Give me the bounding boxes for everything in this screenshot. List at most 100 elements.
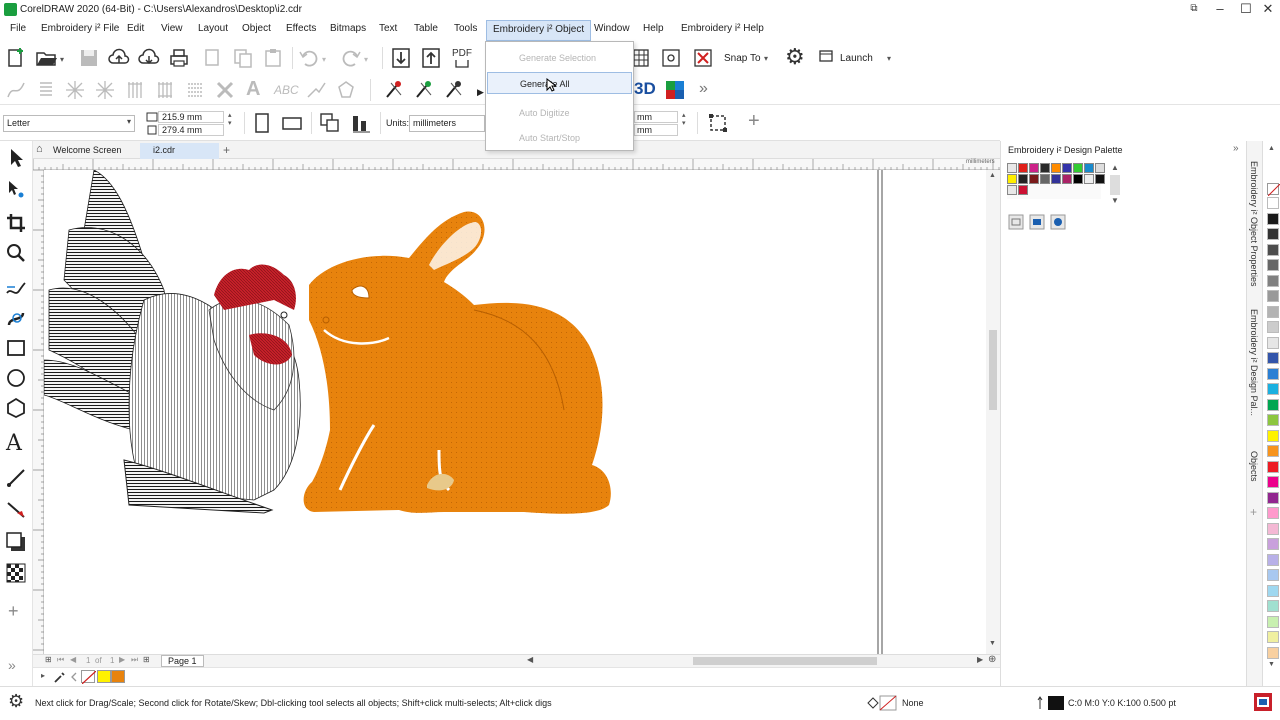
menu-effects[interactable]: Effects [286,23,316,34]
scroll-up-icon[interactable]: ▲ [989,172,996,179]
page-width-input[interactable]: 215.9 mm [158,111,224,123]
artistic-media-icon[interactable] [5,307,27,329]
launch-label[interactable]: Launch [840,53,873,64]
vertical-scroll-thumb[interactable] [989,330,997,410]
eyedropper-icon[interactable] [53,670,67,684]
parallel-dimension-icon[interactable] [5,467,27,489]
palette-swatch[interactable] [1267,336,1279,349]
launch-chevron-icon[interactable]: ▾ [887,54,891,63]
fill-stitch-2-icon[interactable] [94,79,116,101]
add-page-after-icon[interactable]: ⊞ [143,655,150,664]
page-height-input[interactable]: 279.4 mm [158,124,224,136]
ellipse-tool-icon[interactable] [5,367,27,389]
home-icon[interactable]: ⌂ [36,143,43,155]
expand-palette-icon[interactable]: ▸ [41,671,45,680]
palette-swatch[interactable] [1267,197,1279,209]
palette-swatch[interactable] [1267,476,1279,488]
needle-trim-icon[interactable] [443,79,465,101]
scroll-left-icon[interactable]: ◀ [527,655,533,664]
first-page-icon[interactable]: ⏮ [57,655,64,665]
tab-i2-cdr[interactable]: i2.cdr [140,143,219,159]
add-tool-icon[interactable]: + [8,601,19,622]
menu-tools[interactable]: Tools [454,23,477,34]
menu-window[interactable]: Window [594,23,630,34]
redo-chevron-icon[interactable]: ▾ [364,55,368,64]
palette-swatch[interactable] [1267,414,1279,426]
text-tool-icon[interactable]: A [6,431,22,456]
palette-swatch[interactable] [1267,321,1279,333]
rabbit-embroidery[interactable] [303,211,611,514]
satin-column-icon[interactable] [35,79,57,101]
design-swatch[interactable] [1007,185,1017,195]
horizontal-scroll-thumb[interactable] [693,657,877,665]
column-stitch-icon[interactable] [124,79,146,101]
gear-icon[interactable]: ⚙ [785,45,805,69]
palette-swatch[interactable] [1267,212,1279,225]
column-stitch-2-icon[interactable] [154,79,176,101]
menu-view[interactable]: View [161,23,183,34]
palette-swatch[interactable] [1267,615,1279,628]
color-management-icon[interactable] [1253,692,1273,712]
menu-item-generate-all[interactable]: Generate All [487,72,632,94]
menu-embroidery-object[interactable]: Embroidery i² Object [486,20,592,41]
cloud-download-icon[interactable] [138,47,160,69]
menu-layout[interactable]: Layout [198,23,228,34]
palette-tool-1-icon[interactable] [1008,214,1024,230]
menu-file[interactable]: File [10,23,26,34]
copy-icon[interactable] [232,47,254,69]
palette-scroll-left-icon[interactable] [69,671,79,683]
freehand-tool-icon[interactable] [5,277,27,299]
shape-tool-icon[interactable] [5,179,27,201]
palette-swatch[interactable] [1267,553,1279,566]
undo-chevron-icon[interactable]: ▾ [322,55,326,64]
design-swatch[interactable] [1073,163,1083,173]
menu-item-auto-digitize[interactable]: Auto Digitize [487,102,632,124]
palette-swatch[interactable] [1267,290,1279,302]
design-swatch[interactable] [1018,174,1028,184]
tab-design-palette[interactable]: Embroidery i² Design Pal... [1249,309,1259,416]
cut-icon[interactable] [202,47,224,69]
palette-swatch[interactable] [1267,522,1279,535]
remove-object-icon[interactable] [692,47,714,69]
palette-scroll-thumb[interactable] [1110,175,1120,195]
all-pages-icon[interactable] [319,112,341,134]
maximize-button[interactable]: ☐ [1234,0,1258,20]
design-swatch[interactable] [1018,163,1028,173]
fill-stitch-icon[interactable] [64,79,86,101]
design-swatch[interactable] [1029,163,1039,173]
design-swatch[interactable] [1040,163,1050,173]
page-tab-1[interactable]: Page 1 [161,655,204,667]
abc-text-icon[interactable]: ABC [274,83,299,97]
palette-swatch[interactable] [1267,646,1279,659]
horizontal-ruler[interactable]: millimeters [33,159,1000,170]
vertical-scrollbar[interactable]: ▲ ▼ [986,170,1000,654]
menu-embroidery-help[interactable]: Embroidery i² Help [681,23,764,34]
menu-embroidery-file[interactable]: Embroidery i² File [41,23,119,34]
zoom-navigator-icon[interactable]: ⊕ [988,654,996,665]
launch-icon[interactable] [818,47,834,69]
print-icon[interactable] [168,47,190,69]
palette-swatch[interactable] [1267,429,1279,442]
palette-swatch[interactable] [1267,538,1279,550]
minimize-button[interactable]: – [1208,0,1232,20]
docker-expand-icon[interactable]: » [1233,143,1239,154]
expand-toolbox-icon[interactable]: » [8,657,16,673]
import-icon[interactable] [390,47,412,69]
design-swatch[interactable] [1040,174,1050,184]
nudge-y-input[interactable]: mm [634,124,678,136]
palette-tool-2-icon[interactable] [1029,214,1045,230]
menu-help[interactable]: Help [643,23,664,34]
portrait-icon[interactable] [251,112,273,134]
prev-page-icon[interactable]: ◀ [70,655,76,664]
menu-item-generate-selection[interactable]: Generate Selection [487,47,632,69]
zoom-tool-icon[interactable] [5,242,27,264]
design-swatch[interactable] [1084,163,1094,173]
palette-swatch[interactable] [1267,274,1279,287]
crop-tool-icon[interactable] [5,212,27,234]
pick-tool-icon[interactable] [5,147,27,169]
menu-table[interactable]: Table [414,23,438,34]
palette-tool-3-icon[interactable] [1050,214,1066,230]
tab-add[interactable]: + [217,143,236,159]
design-swatch[interactable] [1051,174,1061,184]
palette-swatch[interactable] [1267,569,1279,581]
